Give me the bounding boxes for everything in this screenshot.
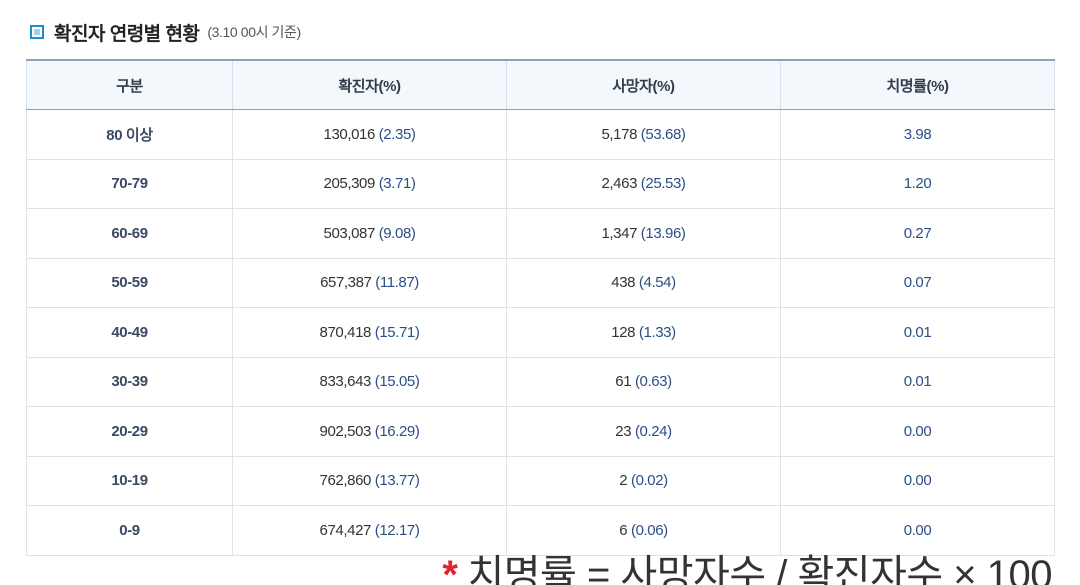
- deaths-percent: (25.53): [640, 175, 686, 193]
- deaths-count: 2: [619, 472, 628, 490]
- footnote-text: 치명률 = 사망자수 / 확진자수 × 100: [467, 553, 1052, 585]
- cell-deaths: 2,463 (25.53): [506, 159, 781, 209]
- cell-fatality-rate: 0.27: [780, 208, 1055, 259]
- cases-count: 833,643: [319, 373, 372, 391]
- cell-deaths: 2 (0.02): [506, 456, 781, 506]
- table-header-row: 구분 확진자(%) 사망자(%) 치명률(%): [26, 59, 1055, 110]
- table-row: 80 이상 130,016 (2.35) 5,178 (53.68) 3.98: [26, 109, 1055, 160]
- table-row: 70-79 205,309 (3.71) 2,463 (25.53) 1.20: [26, 159, 1055, 209]
- square-bullet-icon: [30, 25, 44, 39]
- header-group: 구분: [26, 59, 233, 110]
- cell-age-group: 80 이상: [26, 109, 233, 160]
- deaths-count: 128: [611, 323, 636, 341]
- page: 확진자 연령별 현황 (3.10 00시 기준) 구분 확진자(%) 사망자(%…: [0, 0, 1080, 585]
- header-fatality-rate: 치명률(%): [780, 59, 1055, 110]
- deaths-percent: (4.54): [638, 274, 676, 292]
- cell-cases: 205,309 (3.71): [232, 159, 507, 209]
- cell-cases: 902,503 (16.29): [232, 406, 507, 457]
- cases-percent: (12.17): [374, 521, 420, 539]
- cell-deaths: 61 (0.63): [506, 357, 781, 407]
- cell-age-group: 10-19: [26, 456, 233, 506]
- cell-deaths: 128 (1.33): [506, 307, 781, 358]
- header-cases: 확진자(%): [232, 59, 507, 110]
- cases-percent: (15.71): [374, 323, 420, 341]
- deaths-count: 61: [615, 373, 632, 391]
- cases-count: 902,503: [319, 422, 372, 440]
- footnote-star: *: [442, 553, 458, 585]
- cell-cases: 870,418 (15.71): [232, 307, 507, 358]
- age-stats-table-wrap: 구분 확진자(%) 사망자(%) 치명률(%) 80 이상 130,016 (2.…: [26, 59, 1055, 556]
- cell-cases: 657,387 (11.87): [232, 258, 507, 308]
- title-date-note: (3.10 00시 기준): [207, 24, 301, 40]
- cell-cases: 503,087 (9.08): [232, 208, 507, 259]
- cases-percent: (9.08): [378, 224, 416, 242]
- deaths-percent: (0.63): [634, 373, 672, 391]
- table-row: 40-49 870,418 (15.71) 128 (1.33) 0.01: [26, 307, 1055, 358]
- cell-fatality-rate: 0.00: [780, 406, 1055, 457]
- cases-percent: (11.87): [375, 274, 419, 292]
- deaths-percent: (13.96): [640, 224, 686, 242]
- cases-count: 205,309: [323, 175, 376, 193]
- cell-age-group: 40-49: [26, 307, 233, 358]
- table-row: 60-69 503,087 (9.08) 1,347 (13.96) 0.27: [26, 208, 1055, 259]
- cases-count: 762,860: [319, 472, 372, 490]
- cell-fatality-rate: 3.98: [780, 109, 1055, 160]
- cell-age-group: 0-9: [26, 505, 233, 556]
- cell-age-group: 50-59: [26, 258, 233, 308]
- cell-fatality-rate: 0.01: [780, 357, 1055, 407]
- deaths-percent: (0.02): [630, 472, 668, 490]
- section-title: 확진자 연령별 현황 (3.10 00시 기준): [30, 18, 301, 46]
- deaths-percent: (0.06): [630, 521, 668, 539]
- cell-age-group: 20-29: [26, 406, 233, 457]
- table-row: 30-39 833,643 (15.05) 61 (0.63) 0.01: [26, 357, 1055, 407]
- deaths-percent: (0.24): [634, 422, 672, 440]
- deaths-count: 1,347: [601, 224, 638, 242]
- cases-count: 657,387: [320, 274, 372, 292]
- table-body: 80 이상 130,016 (2.35) 5,178 (53.68) 3.98 70-7…: [26, 109, 1055, 556]
- age-stats-table: 구분 확진자(%) 사망자(%) 치명률(%) 80 이상 130,016 (2.…: [26, 59, 1055, 556]
- table-row: 20-29 902,503 (16.29) 23 (0.24) 0.00: [26, 406, 1055, 457]
- cell-deaths: 5,178 (53.68): [506, 109, 781, 160]
- cell-fatality-rate: 0.00: [780, 456, 1055, 506]
- cases-count: 674,427: [319, 521, 372, 539]
- table-row: 50-59 657,387 (11.87) 438 (4.54) 0.07: [26, 258, 1055, 308]
- header-deaths: 사망자(%): [506, 59, 781, 110]
- cases-percent: (16.29): [374, 422, 420, 440]
- cases-percent: (3.71): [378, 175, 416, 193]
- footnote: * 치명률 = 사망자수 / 확진자수 × 100: [442, 545, 1052, 585]
- deaths-percent: (1.33): [638, 323, 676, 341]
- cases-count: 130,016: [323, 125, 376, 143]
- deaths-count: 2,463: [601, 175, 638, 193]
- cell-age-group: 30-39: [26, 357, 233, 407]
- page-title: 확진자 연령별 현황: [54, 23, 200, 45]
- deaths-count: 6: [619, 521, 628, 539]
- cases-percent: (2.35): [378, 125, 416, 143]
- cell-fatality-rate: 0.01: [780, 307, 1055, 358]
- cases-count: 870,418: [319, 323, 372, 341]
- cell-deaths: 1,347 (13.96): [506, 208, 781, 259]
- cell-fatality-rate: 0.07: [780, 258, 1055, 308]
- cell-cases: 130,016 (2.35): [232, 109, 507, 160]
- cell-deaths: 438 (4.54): [506, 258, 781, 308]
- cell-cases: 833,643 (15.05): [232, 357, 507, 407]
- deaths-count: 5,178: [601, 125, 638, 143]
- cell-age-group: 70-79: [26, 159, 233, 209]
- cell-deaths: 23 (0.24): [506, 406, 781, 457]
- table-row: 10-19 762,860 (13.77) 2 (0.02) 0.00: [26, 456, 1055, 506]
- cases-percent: (13.77): [374, 472, 420, 490]
- deaths-count: 438: [611, 274, 636, 292]
- cell-fatality-rate: 1.20: [780, 159, 1055, 209]
- cases-percent: (15.05): [374, 373, 420, 391]
- cases-count: 503,087: [323, 224, 376, 242]
- deaths-percent: (53.68): [640, 125, 686, 143]
- cell-cases: 762,860 (13.77): [232, 456, 507, 506]
- cell-age-group: 60-69: [26, 208, 233, 259]
- deaths-count: 23: [615, 422, 632, 440]
